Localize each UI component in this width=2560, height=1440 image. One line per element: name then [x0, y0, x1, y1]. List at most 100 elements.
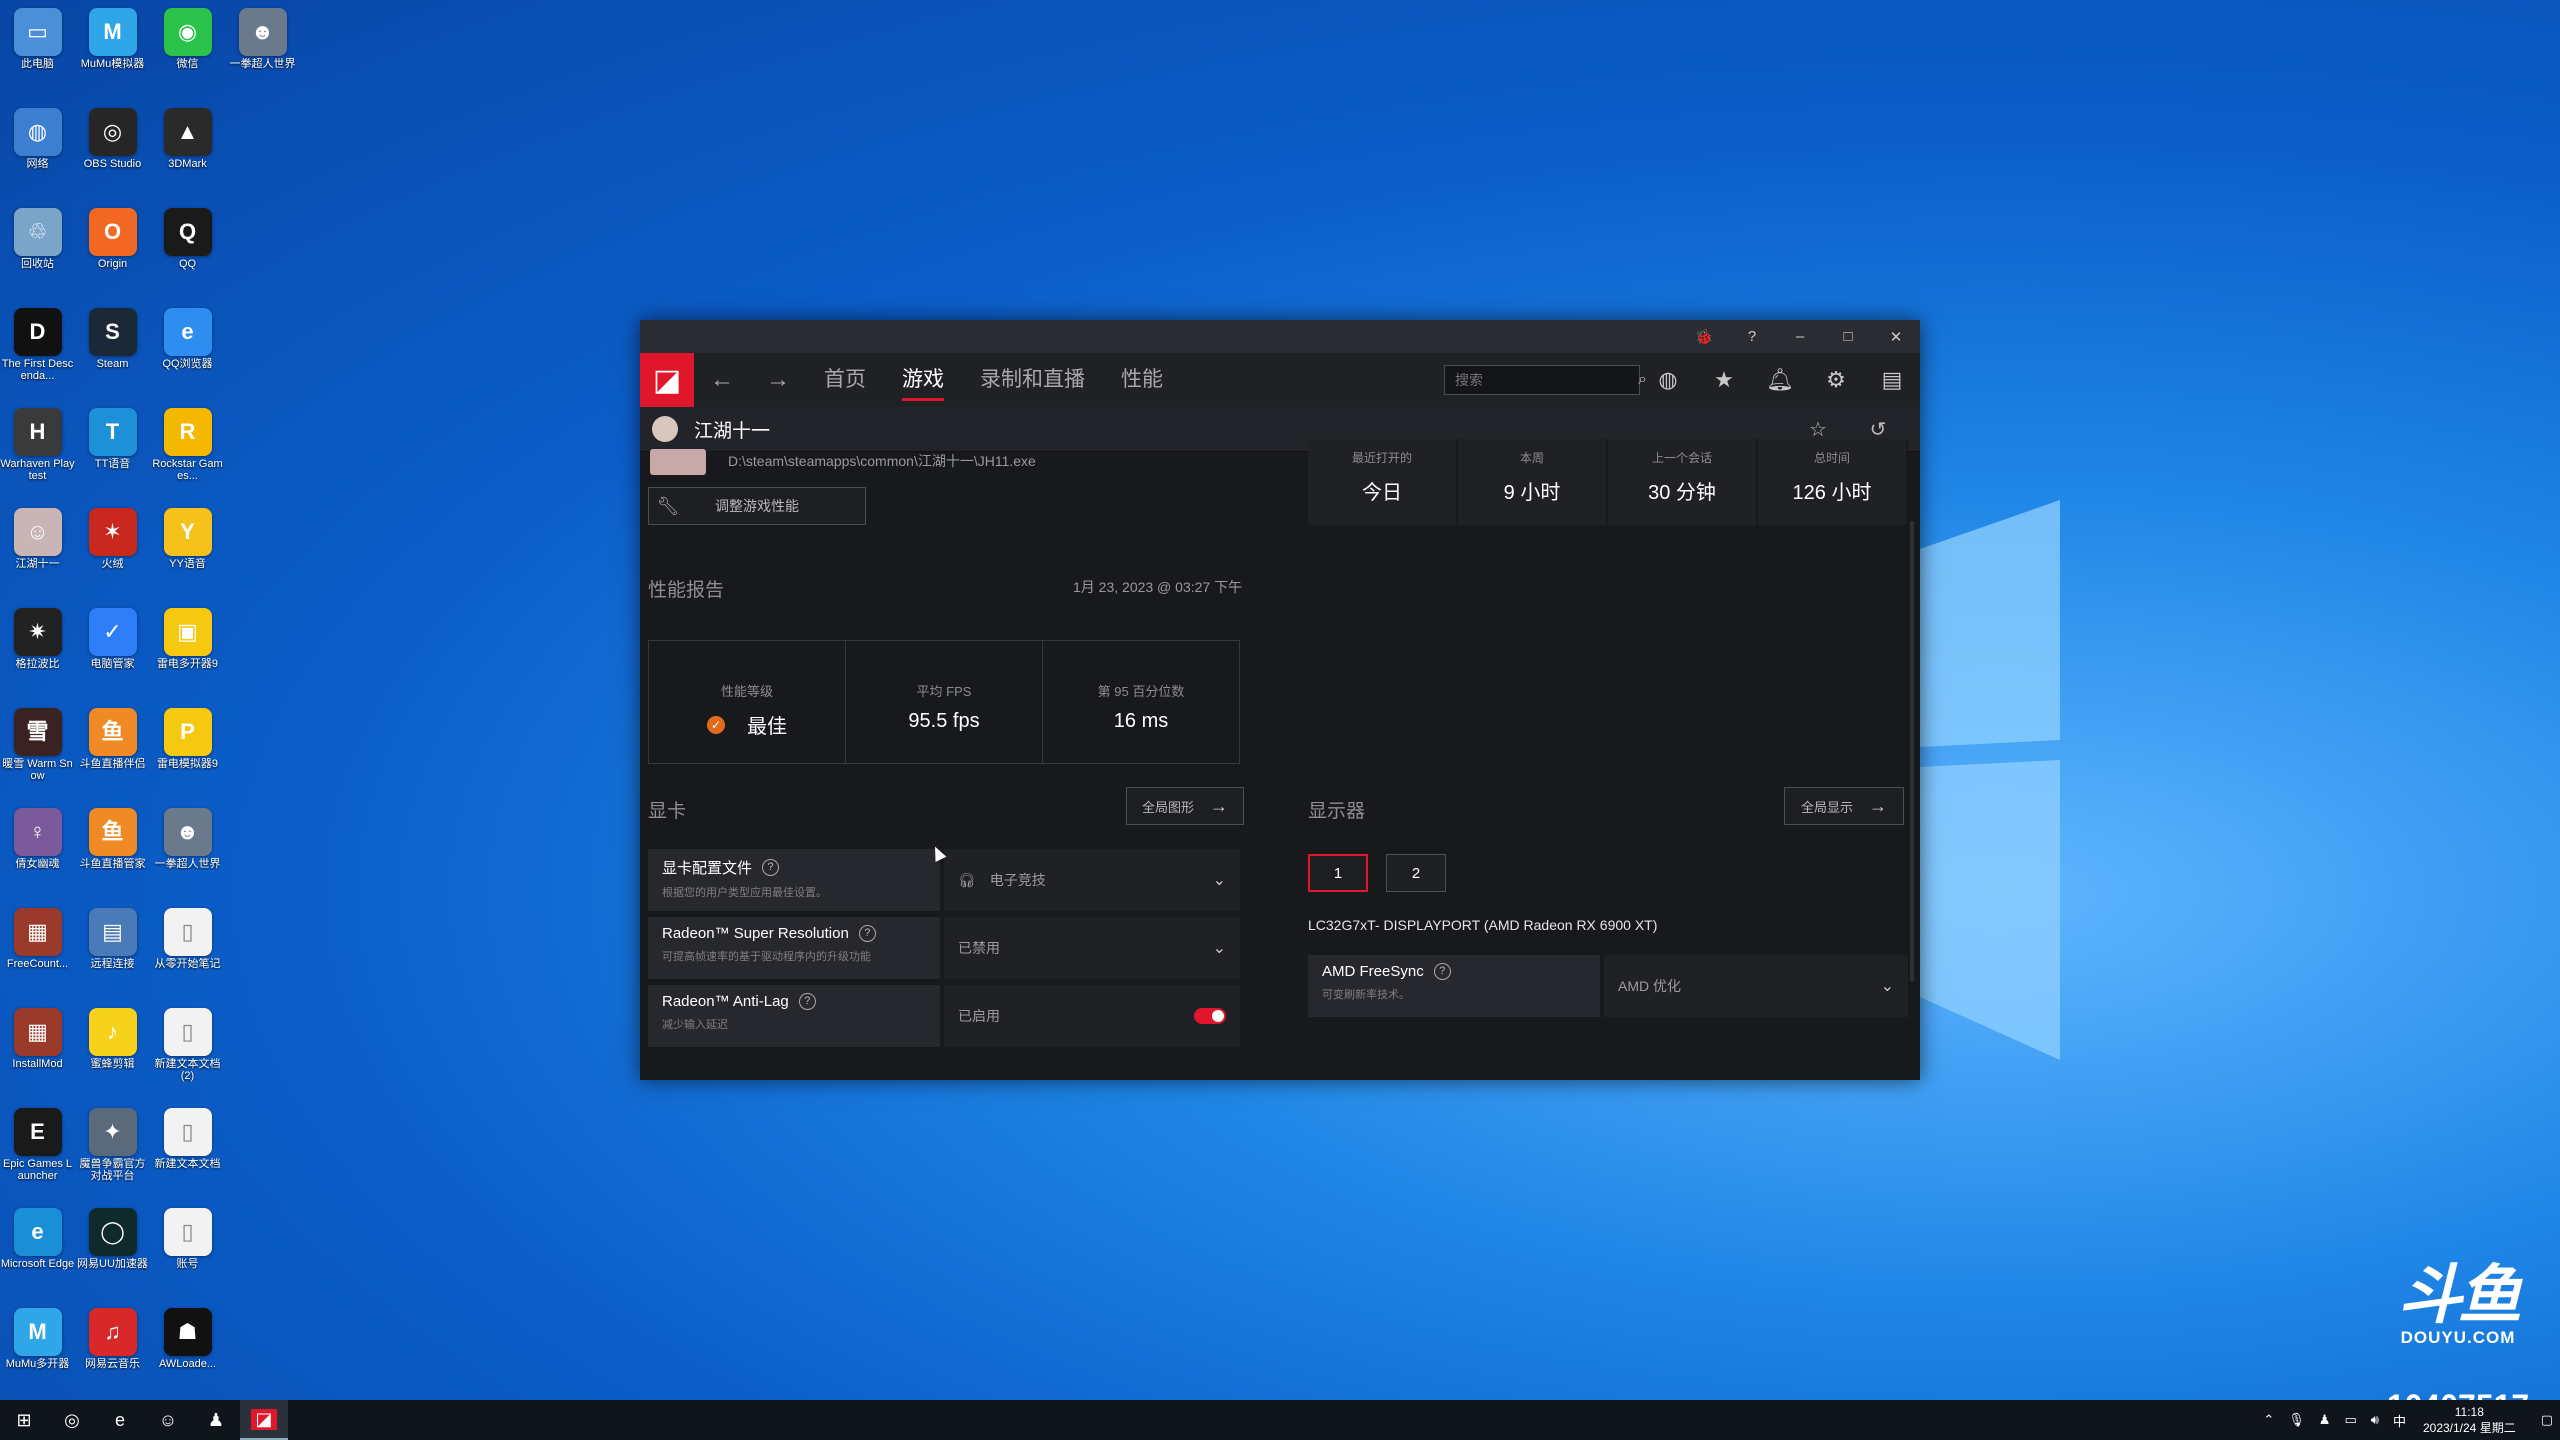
desktop-icon[interactable]: ▭ 此电脑 — [0, 4, 75, 70]
bell-icon[interactable]: 🔔︎ — [1752, 367, 1808, 393]
bug-report-icon[interactable]: 🐞 — [1680, 328, 1728, 346]
desktop-icon[interactable]: ♪ 蜜蜂剪辑 — [75, 1004, 150, 1070]
desktop-icon[interactable]: ✷ 格拉波比 — [0, 604, 75, 670]
layout-icon[interactable]: ▤ — [1864, 367, 1920, 393]
desktop-icon[interactable]: ▦ InstallMod — [0, 1004, 75, 1070]
desktop-icon[interactable]: e QQ浏览器 — [150, 304, 225, 370]
gear-icon[interactable]: ⚙ — [1808, 367, 1864, 393]
scrollbar[interactable] — [1910, 521, 1914, 981]
global-display-button[interactable]: 全局显示 → — [1784, 787, 1904, 825]
desktop-icon[interactable]: ☗ AWLoade... — [150, 1304, 225, 1370]
desktop-icon[interactable]: ▣ 雷电多开器9 — [150, 604, 225, 670]
monitor-1-button[interactable]: 1 — [1308, 854, 1368, 892]
tray-expand-icon[interactable]: ⌃ — [2263, 1412, 2274, 1428]
taskbar-game-icon[interactable]: ☺ — [144, 1400, 192, 1440]
desktop-icon[interactable]: 鱼斗鱼直播管家 — [75, 804, 150, 870]
help-icon[interactable]: ? — [762, 859, 780, 876]
globe-icon[interactable]: ◍ — [1640, 367, 1696, 393]
volume-icon[interactable]: 🔊︎ — [2371, 1412, 2379, 1428]
start-button[interactable]: ⊞ — [0, 1400, 48, 1440]
window-titlebar[interactable]: 🐞 ? – □ ✕ — [640, 320, 1920, 353]
taskbar-obs-icon[interactable]: ◎ — [48, 1400, 96, 1440]
desktop-icon[interactable]: ▤ 远程连接 — [75, 904, 150, 970]
network-icon[interactable]: ▭ — [2344, 1412, 2356, 1428]
app-icon: ✦ — [88, 1108, 137, 1156]
desktop-icon[interactable]: E Epic Games Launcher — [0, 1104, 75, 1182]
tab-gaming[interactable]: 游戏 — [884, 353, 962, 407]
desktop-icon[interactable]: ◯ 网易UU加速器 — [75, 1204, 150, 1270]
tab-home[interactable]: 首页 — [806, 353, 884, 407]
reset-icon[interactable]: ↺ — [1848, 417, 1908, 442]
help-icon[interactable]: ? — [858, 925, 876, 942]
desktop-icon[interactable]: ▲ 3DMark — [150, 104, 225, 170]
star-icon[interactable]: ★ — [1696, 367, 1752, 393]
game-title: 江湖十一 — [694, 420, 771, 442]
app-icon: ◍ — [13, 108, 62, 156]
minimize-button[interactable]: – — [1776, 328, 1824, 345]
taskbar-qq-icon[interactable]: ♟ — [192, 1400, 240, 1440]
monitor-2-button[interactable]: 2 — [1386, 854, 1446, 892]
app-icon: ♪ — [88, 1008, 137, 1056]
help-icon[interactable]: ? — [1728, 328, 1776, 345]
desktop-icon[interactable]: ▯ 从零开始笔记 — [150, 904, 225, 970]
desktop-icon[interactable]: 雪暖雪 Warm Snow — [0, 704, 75, 782]
close-button[interactable]: ✕ — [1872, 328, 1920, 346]
desktop-icon[interactable]: ♫ 网易云音乐 — [75, 1304, 150, 1370]
help-icon[interactable]: ? — [798, 993, 816, 1010]
desktop-icon[interactable]: 鱼斗鱼直播伴侣 — [75, 704, 150, 770]
desktop-icon[interactable]: ▯ 新建文本文档 (2) — [150, 1004, 225, 1082]
desktop-icon[interactable]: D The First Descenda... — [0, 304, 75, 382]
clock[interactable]: 11:18 2023/1/24 星期二 — [2423, 1404, 2516, 1436]
desktop-icon[interactable]: M MuMu模拟器 — [75, 4, 150, 70]
desktop-icon[interactable]: ♀ 倩女幽魂 — [0, 804, 75, 870]
favorite-star-icon[interactable]: ☆ — [1788, 417, 1848, 442]
desktop-icon[interactable]: Y YY语音 — [150, 504, 225, 570]
desktop-icon[interactable]: ▯ 新建文本文档 — [150, 1104, 225, 1170]
search-input[interactable] — [1453, 371, 1638, 389]
maximize-button[interactable]: □ — [1824, 328, 1872, 345]
tab-performance[interactable]: 性能 — [1103, 353, 1181, 407]
app-icon: S — [88, 308, 137, 356]
desktop-icon[interactable]: ◎ OBS Studio — [75, 104, 150, 170]
desktop-icon[interactable]: Q QQ — [150, 204, 225, 270]
desktop-icon[interactable]: ◉ 微信 — [150, 4, 225, 70]
desktop-icon[interactable]: ☺ 江湖十一 — [0, 504, 75, 570]
taskbar-edge-icon[interactable]: e — [96, 1400, 144, 1440]
desktop-icon[interactable]: M MuMu多开器 — [0, 1304, 75, 1370]
app-icon: ☻ — [163, 808, 212, 856]
desktop-icon[interactable]: S Steam — [75, 304, 150, 370]
freesync-dropdown[interactable]: AMD 优化 ⌄ — [1604, 955, 1908, 1017]
graphics-profile-dropdown[interactable]: 🎧︎ 电子竞技 ⌄ — [944, 849, 1240, 911]
super-resolution-dropdown[interactable]: 已禁用 ⌄ — [944, 917, 1240, 979]
desktop-icon[interactable]: ◍ 网络 — [0, 104, 75, 170]
amd-logo-icon[interactable]: ◪ — [640, 353, 694, 407]
microphone-icon[interactable]: 🎙︎ — [2288, 1412, 2305, 1428]
desktop-icon[interactable]: T TT语音 — [75, 404, 150, 470]
desktop-icon[interactable]: ♲ 回收站 — [0, 204, 75, 270]
desktop-icon[interactable]: P 雷电模拟器9 — [150, 704, 225, 770]
ime-indicator[interactable]: 中 — [2393, 1411, 2406, 1430]
desktop-icon[interactable]: ☻ 一拳超人世界 — [225, 4, 300, 70]
desktop-icon[interactable]: ☻ 一拳超人世界 — [150, 804, 225, 870]
desktop-icon[interactable]: ▯ 账号 — [150, 1204, 225, 1270]
desktop-icon[interactable]: ✦ 魔兽争霸官方对战平台 — [75, 1104, 150, 1182]
desktop-icon[interactable]: ▦ FreeCount... — [0, 904, 75, 970]
back-arrow-icon[interactable]: ← — [694, 366, 750, 394]
desktop-icon[interactable]: ✶ 火绒 — [75, 504, 150, 570]
anti-lag-toggle[interactable] — [1194, 1008, 1226, 1024]
desktop-icon[interactable]: O Origin — [75, 204, 150, 270]
desktop-icon[interactable]: e Microsoft Edge — [0, 1204, 75, 1270]
tray-app-icon[interactable]: ♟ — [2319, 1412, 2331, 1428]
help-icon[interactable]: ? — [1433, 963, 1451, 980]
chevron-down-icon: ⌄ — [1880, 978, 1894, 995]
forward-arrow-icon[interactable]: → — [750, 366, 806, 394]
taskbar-amd-icon[interactable]: ◪ — [240, 1400, 288, 1440]
tune-performance-button[interactable]: 🔧︎ 调整游戏性能 — [648, 487, 866, 525]
desktop-icon-label: TT语音 — [94, 458, 131, 470]
desktop-icon[interactable]: H Warhaven Playtest — [0, 404, 75, 482]
notification-icon[interactable]: ▢ — [2541, 1412, 2553, 1428]
tab-record-stream[interactable]: 录制和直播 — [962, 353, 1103, 407]
desktop-icon[interactable]: R Rockstar Games... — [150, 404, 225, 482]
global-graphics-button[interactable]: 全局图形 → — [1126, 787, 1244, 825]
desktop-icon[interactable]: ✓ 电脑管家 — [75, 604, 150, 670]
